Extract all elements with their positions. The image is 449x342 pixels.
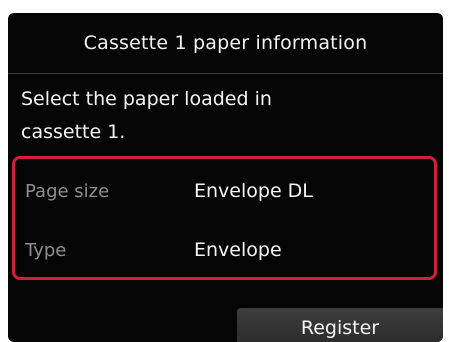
printer-panel: Cassette 1 paper information Select the … [0,0,449,342]
register-button[interactable]: Register [237,308,443,342]
instruction-text: Select the paper loaded in cassette 1. [21,83,431,149]
instruction-line-2: cassette 1. [21,121,126,143]
type-label: Type [25,239,67,261]
type-value: Envelope [194,239,282,261]
page-size-setting[interactable]: Page size Envelope DL [15,162,434,220]
instruction-line-1: Select the paper loaded in [21,88,272,110]
title-bar: Cassette 1 paper information [8,13,443,74]
paper-settings-box: Page size Envelope DL Type Envelope [12,156,437,280]
page-size-value: Envelope DL [194,180,313,202]
page-title: Cassette 1 paper information [83,32,368,54]
page-size-label: Page size [25,180,110,202]
type-setting[interactable]: Type Envelope [15,221,434,279]
lcd-screen: Cassette 1 paper information Select the … [8,13,443,342]
